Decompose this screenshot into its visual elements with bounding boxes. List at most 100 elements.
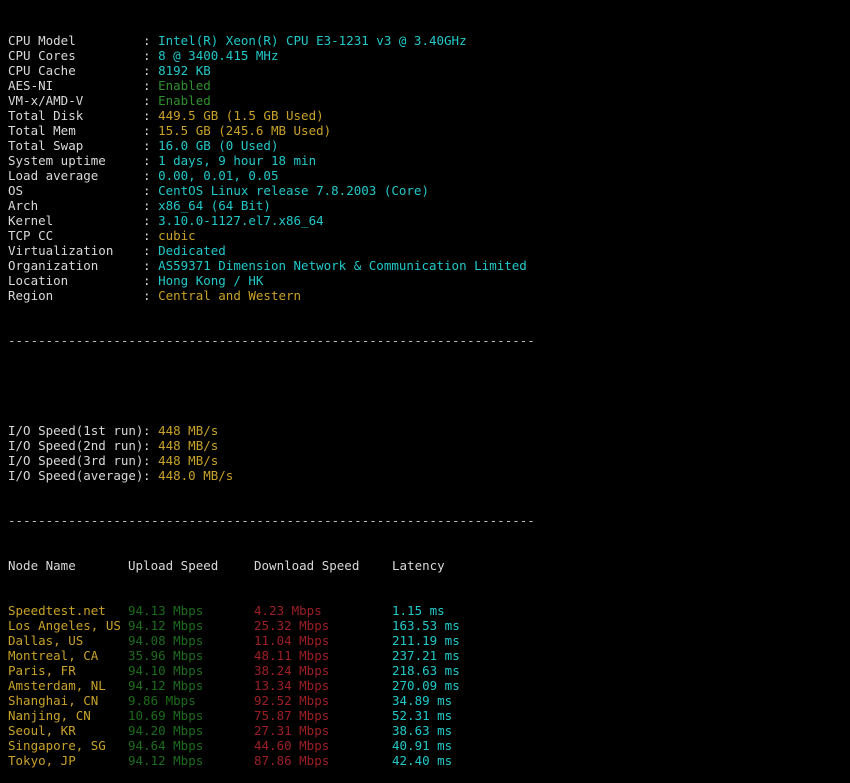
speedtest-node-name: Nanjing, CN [8, 708, 91, 723]
io-speed-label: I/O Speed(2nd run) [8, 438, 144, 453]
system-info-value: Intel(R) Xeon(R) CPU E3-1231 v3 @ 3.40GH… [158, 33, 467, 48]
speedtest-row: Amsterdam, NL 94.12 Mbps 13.34 Mbps 270.09 … [8, 678, 850, 693]
speedtest-latency: 52.31 ms [392, 708, 453, 723]
speedtest-row: Seoul, KR 94.20 Mbps 27.31 Mbps 38.63 ms [8, 723, 850, 738]
system-info-value: Central and Western [158, 288, 302, 303]
speedtest-upload-speed: 94.12 Mbps [128, 678, 204, 693]
speedtest-upload-speed: 94.20 Mbps [128, 723, 204, 738]
system-info-row: Arch: x86_64 (64 Bit) [8, 198, 850, 213]
system-info-colon: : [143, 108, 151, 123]
speedtest-node-name: Amsterdam, NL [8, 678, 106, 693]
system-info-label: Location [8, 273, 69, 288]
system-info-label: VM-x/AMD-V [8, 93, 84, 108]
system-info-value: Enabled [158, 93, 211, 108]
system-info-value: AS59371 Dimension Network & Communicatio… [158, 258, 527, 273]
system-info-label: Arch [8, 198, 39, 213]
system-info-value: cubic [158, 228, 196, 243]
io-speed-label: I/O Speed(3rd run) [8, 453, 144, 468]
speedtest-download-speed: 92.52 Mbps [254, 693, 330, 708]
io-speed-label: I/O Speed(1st run) [8, 423, 144, 438]
system-info-colon: : [143, 228, 151, 243]
speedtest-download-speed: 75.87 Mbps [254, 708, 330, 723]
speedtest-row: Singapore, SG 94.64 Mbps 44.60 Mbps 40.91 m… [8, 738, 850, 753]
speedtest-row: Dallas, US 94.08 Mbps 11.04 Mbps 211.19 ms [8, 633, 850, 648]
io-speed-colon: : [143, 468, 151, 483]
io-speed-colon: : [143, 423, 151, 438]
column-header-latency: Latency [392, 558, 445, 573]
system-info-row: AES-NI: Enabled [8, 78, 850, 93]
speedtest-upload-speed: 10.69 Mbps [128, 708, 204, 723]
io-speed-colon: : [143, 453, 151, 468]
system-info-value: Enabled [158, 78, 211, 93]
system-info-value: 15.5 GB (245.6 MB Used) [158, 123, 332, 138]
io-speed-row: I/O Speed(average): 448.0 MB/s [8, 468, 850, 483]
speedtest-upload-speed: 94.10 Mbps [128, 663, 204, 678]
speedtest-column-headers: Node Name Upload Speed Download Speed Laten… [8, 558, 850, 573]
speedtest-node-name: Speedtest.net [8, 603, 106, 618]
speedtest-upload-speed: 94.08 Mbps [128, 633, 204, 648]
speedtest-row: Speedtest.net 94.13 Mbps 4.23 Mbps 1.15 ms [8, 603, 850, 618]
system-info-row: TCP CC: cubic [8, 228, 850, 243]
speedtest-download-speed: 44.60 Mbps [254, 738, 330, 753]
speedtest-download-speed: 11.04 Mbps [254, 633, 330, 648]
system-info-colon: : [143, 48, 151, 63]
speedtest-node-name: Seoul, KR [8, 723, 76, 738]
system-info-colon: : [143, 63, 151, 78]
system-info-colon: : [143, 258, 151, 273]
system-info-row: Total Disk: 449.5 GB (1.5 GB Used) [8, 108, 850, 123]
column-header-download-speed: Download Speed [254, 558, 360, 573]
system-info-colon: : [143, 183, 151, 198]
system-info-row: Kernel: 3.10.0-1127.el7.x86_64 [8, 213, 850, 228]
terminal-output: CPU Model: Intel(R) Xeon(R) CPU E3-1231 … [0, 0, 850, 783]
speedtest-node-name: Dallas, US [8, 633, 84, 648]
system-info-block: CPU Model: Intel(R) Xeon(R) CPU E3-1231 … [8, 33, 850, 303]
speedtest-upload-speed: 35.96 Mbps [128, 648, 204, 663]
speedtest-latency: 163.53 ms [392, 618, 460, 633]
io-speed-value: 448.0 MB/s [158, 468, 234, 483]
system-info-colon: : [143, 198, 151, 213]
speedtest-latency: 42.40 ms [392, 753, 453, 768]
speedtest-node-name: Tokyo, JP [8, 753, 76, 768]
speedtest-download-speed: 27.31 Mbps [254, 723, 330, 738]
io-speed-row: I/O Speed(2nd run): 448 MB/s [8, 438, 850, 453]
system-info-label: CPU Model [8, 33, 76, 48]
system-info-value: 0.00, 0.01, 0.05 [158, 168, 279, 183]
system-info-row: System uptime: 1 days, 9 hour 18 min [8, 153, 850, 168]
system-info-value: 16.0 GB (0 Used) [158, 138, 279, 153]
system-info-colon: : [143, 93, 151, 108]
speedtest-latency: 211.19 ms [392, 633, 460, 648]
separator-line-2: ----------------------------------------… [8, 513, 535, 528]
system-info-row: CPU Cache: 8192 KB [8, 63, 850, 78]
speedtest-header-row: Node Name Upload Speed Download Speed Laten… [8, 558, 850, 573]
io-speed-block: I/O Speed(1st run): 448 MB/s I/O Speed(2n… [8, 423, 850, 483]
system-info-label: Load average [8, 168, 99, 183]
system-info-colon: : [143, 243, 151, 258]
system-info-row: Organization: AS59371 Dimension Network … [8, 258, 850, 273]
system-info-label: Total Swap [8, 138, 84, 153]
speedtest-row: Shanghai, CN 9.86 Mbps 92.52 Mbps 34.89 ms [8, 693, 850, 708]
speedtest-rows-block: Speedtest.net 94.13 Mbps 4.23 Mbps 1.15 ms L… [8, 603, 850, 768]
system-info-value: 8 @ 3400.415 MHz [158, 48, 279, 63]
system-info-label: CPU Cache [8, 63, 76, 78]
system-info-row: Load average: 0.00, 0.01, 0.05 [8, 168, 850, 183]
system-info-value: Dedicated [158, 243, 226, 258]
speedtest-upload-speed: 94.12 Mbps [128, 618, 204, 633]
column-header-upload-speed: Upload Speed [128, 558, 219, 573]
separator-line-1: ----------------------------------------… [8, 333, 535, 348]
system-info-colon: : [143, 168, 151, 183]
io-speed-value: 448 MB/s [158, 438, 219, 453]
speedtest-row: Paris, FR 94.10 Mbps 38.24 Mbps 218.63 ms [8, 663, 850, 678]
io-speed-row: I/O Speed(1st run): 448 MB/s [8, 423, 850, 438]
system-info-colon: : [143, 288, 151, 303]
io-speed-value: 448 MB/s [158, 423, 219, 438]
speedtest-download-speed: 4.23 Mbps [254, 603, 322, 618]
system-info-label: TCP CC [8, 228, 54, 243]
system-info-label: Total Disk [8, 108, 84, 123]
speedtest-upload-speed: 9.86 Mbps [128, 693, 196, 708]
system-info-colon: : [143, 273, 151, 288]
system-info-value: 449.5 GB (1.5 GB Used) [158, 108, 324, 123]
system-info-label: System uptime [8, 153, 106, 168]
speedtest-row: Montreal, CA 35.96 Mbps 48.11 Mbps 237.21 m… [8, 648, 850, 663]
speedtest-latency: 40.91 ms [392, 738, 453, 753]
